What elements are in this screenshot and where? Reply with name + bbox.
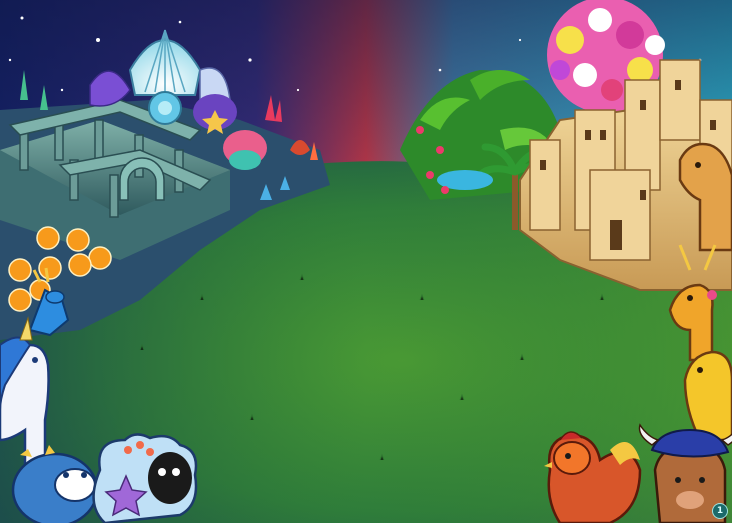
corner-badge[interactable]: 1 [712,503,728,519]
desert-rooster[interactable] [544,431,642,523]
scene-canvas[interactable] [0,0,732,523]
game-scene[interactable]: 1 [0,0,732,523]
starfish-sheep[interactable] [92,433,198,523]
